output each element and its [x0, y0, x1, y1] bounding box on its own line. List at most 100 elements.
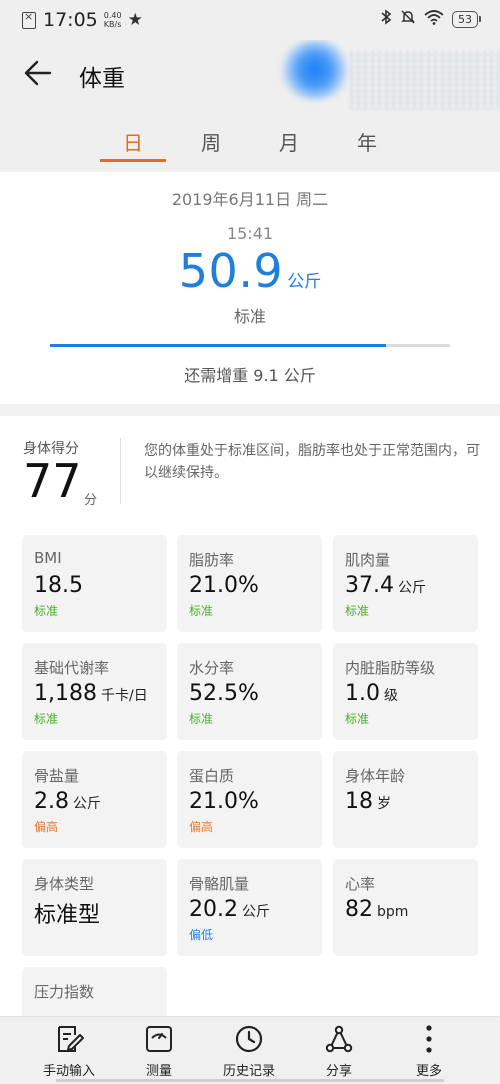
metric-unit: 公斤	[397, 580, 426, 596]
metric-label: 骨盐量	[34, 767, 80, 785]
metric-value: 37.4 公斤	[345, 573, 426, 598]
blurred-avatar	[270, 40, 500, 120]
metric-value: 1,188 千卡/日	[34, 681, 148, 706]
metric-status: 标准	[34, 604, 59, 618]
status-bar: 17:05 0.40 KB/s ★ 53	[0, 0, 500, 40]
metric-status: 偏低	[189, 928, 214, 942]
weight-value: 50.9 公斤	[0, 244, 500, 298]
metric-card[interactable]: BMI 18.5 标准	[22, 535, 167, 632]
metric-unit: bpm	[377, 904, 409, 920]
tab-day[interactable]: 日	[100, 127, 166, 156]
metric-unit: 公斤	[73, 796, 101, 812]
metric-value: 21.0%	[189, 573, 259, 598]
weight-summary-card: 2019年6月11日 周二 15:41 50.9 公斤 标准 还需增重 9.1 公…	[0, 172, 500, 404]
metric-value: 18.5	[34, 573, 83, 598]
weight-number: 50.9	[178, 244, 284, 298]
metric-number: 2.8	[34, 789, 69, 814]
metric-number: 21.0%	[189, 789, 259, 814]
metric-status: 标准	[189, 712, 214, 726]
metric-card[interactable]: 心率 82 bpm	[333, 859, 478, 956]
body-composition-section: 身体得分 77 分 您的体重处于标准区间，脂肪率也处于正常范围内，可以继续保持。…	[0, 416, 500, 1064]
metric-value: 20.2 公斤	[189, 897, 270, 922]
notification-app-icon	[22, 10, 36, 29]
metric-number: 18.5	[34, 573, 83, 598]
period-tabs: 日 周 月 年	[0, 122, 500, 162]
metric-number: 18	[345, 789, 373, 814]
metric-value: 1.0 级	[345, 681, 398, 706]
more-icon	[426, 1025, 432, 1053]
metric-card[interactable]: 肌肉量 37.4 公斤标准	[333, 535, 478, 632]
metric-unit: 千卡/日	[100, 688, 148, 704]
tab-month[interactable]: 月	[256, 127, 322, 156]
metric-unit: 公斤	[241, 904, 270, 920]
metric-card[interactable]: 骨盐量 2.8 公斤 偏高	[22, 751, 167, 848]
active-tab-indicator	[100, 159, 166, 162]
metric-card[interactable]: 蛋白质 21.0% 偏高	[177, 751, 322, 848]
metric-number: 1.0	[345, 681, 380, 706]
metric-status: 偏高	[189, 820, 214, 834]
metric-card[interactable]: 基础代谢率 1,188 千卡/日标准	[22, 643, 167, 740]
bluetooth-icon	[380, 9, 392, 29]
history-button[interactable]: 历史记录	[204, 1023, 294, 1079]
page-title: 体重	[79, 66, 125, 92]
metric-status: 标准	[34, 712, 59, 726]
home-indicator[interactable]	[56, 1079, 444, 1082]
back-button[interactable]	[22, 56, 56, 90]
metric-label: 骨骼肌量	[189, 875, 250, 893]
metric-unit: 岁	[377, 796, 391, 812]
metric-card[interactable]: 骨骼肌量 20.2 公斤偏低	[177, 859, 322, 956]
metric-label: 心率	[345, 875, 376, 893]
scale-icon	[146, 1026, 172, 1052]
metric-label: 压力指数	[34, 983, 95, 1001]
bottom-nav: 手动输入 测量 历史记录 分享 更多	[0, 1016, 500, 1084]
body-score-unit: 分	[84, 493, 98, 508]
metric-value: 18 岁	[345, 789, 391, 814]
score-divider	[120, 438, 121, 504]
metric-unit: 级	[384, 688, 398, 704]
weight-status: 标准	[233, 307, 266, 326]
manual-input-button[interactable]: 手动输入	[24, 1023, 114, 1079]
metric-card[interactable]: 水分率 52.5% 标准	[177, 643, 322, 740]
metric-card[interactable]: 身体年龄 18 岁	[333, 751, 478, 848]
wifi-icon	[424, 9, 444, 29]
metric-card[interactable]: 脂肪率 21.0% 标准	[177, 535, 322, 632]
metric-label: 脂肪率	[189, 551, 235, 569]
metric-label: BMI	[34, 549, 62, 567]
star-icon: ★	[127, 10, 143, 30]
clock-icon	[235, 1025, 263, 1053]
metric-value: 82 bpm	[345, 897, 408, 922]
metric-status: 标准	[345, 604, 370, 618]
tab-week[interactable]: 周	[178, 127, 244, 156]
metric-number: 21.0%	[189, 573, 259, 598]
metric-value: 标准型	[34, 897, 100, 929]
weight-progress-bar	[50, 344, 450, 347]
share-button[interactable]: 分享	[294, 1023, 384, 1079]
battery-indicator: 53	[452, 10, 481, 28]
metric-number: 52.5%	[189, 681, 259, 706]
status-time: 17:05	[43, 9, 98, 31]
tab-year[interactable]: 年	[334, 127, 400, 156]
metric-card[interactable]: 身体类型 标准型	[22, 859, 167, 956]
metric-status: 标准	[189, 604, 214, 618]
measure-button[interactable]: 测量	[114, 1023, 204, 1079]
weight-progress-fill	[50, 344, 386, 347]
measure-date: 2019年6月11日 周二	[171, 190, 329, 209]
network-speed: 0.40 KB/s	[103, 11, 122, 29]
metric-number: 20.2	[189, 897, 238, 922]
metric-status: 偏高	[34, 820, 59, 834]
weight-hint: 还需增重 9.1 公斤	[184, 366, 316, 385]
edit-icon	[58, 1026, 84, 1052]
metric-value: 21.0%	[189, 789, 259, 814]
metric-value: 2.8 公斤	[34, 789, 101, 814]
metric-number: 82	[345, 897, 373, 922]
metric-number: 标准型	[34, 903, 101, 928]
metric-label: 肌肉量	[345, 551, 391, 569]
metric-label: 身体年龄	[345, 767, 406, 785]
metric-label: 身体类型	[34, 875, 95, 893]
more-button[interactable]: 更多	[384, 1023, 474, 1079]
body-score-description: 您的体重处于标准区间，脂肪率也处于正常范围内，可以继续保持。	[144, 443, 480, 481]
header: 体重 日 周 月 年	[0, 40, 500, 170]
metric-label: 基础代谢率	[34, 659, 110, 677]
metric-card[interactable]: 内脏脂肪等级 1.0 级标准	[333, 643, 478, 740]
metric-value: 52.5%	[189, 681, 259, 706]
